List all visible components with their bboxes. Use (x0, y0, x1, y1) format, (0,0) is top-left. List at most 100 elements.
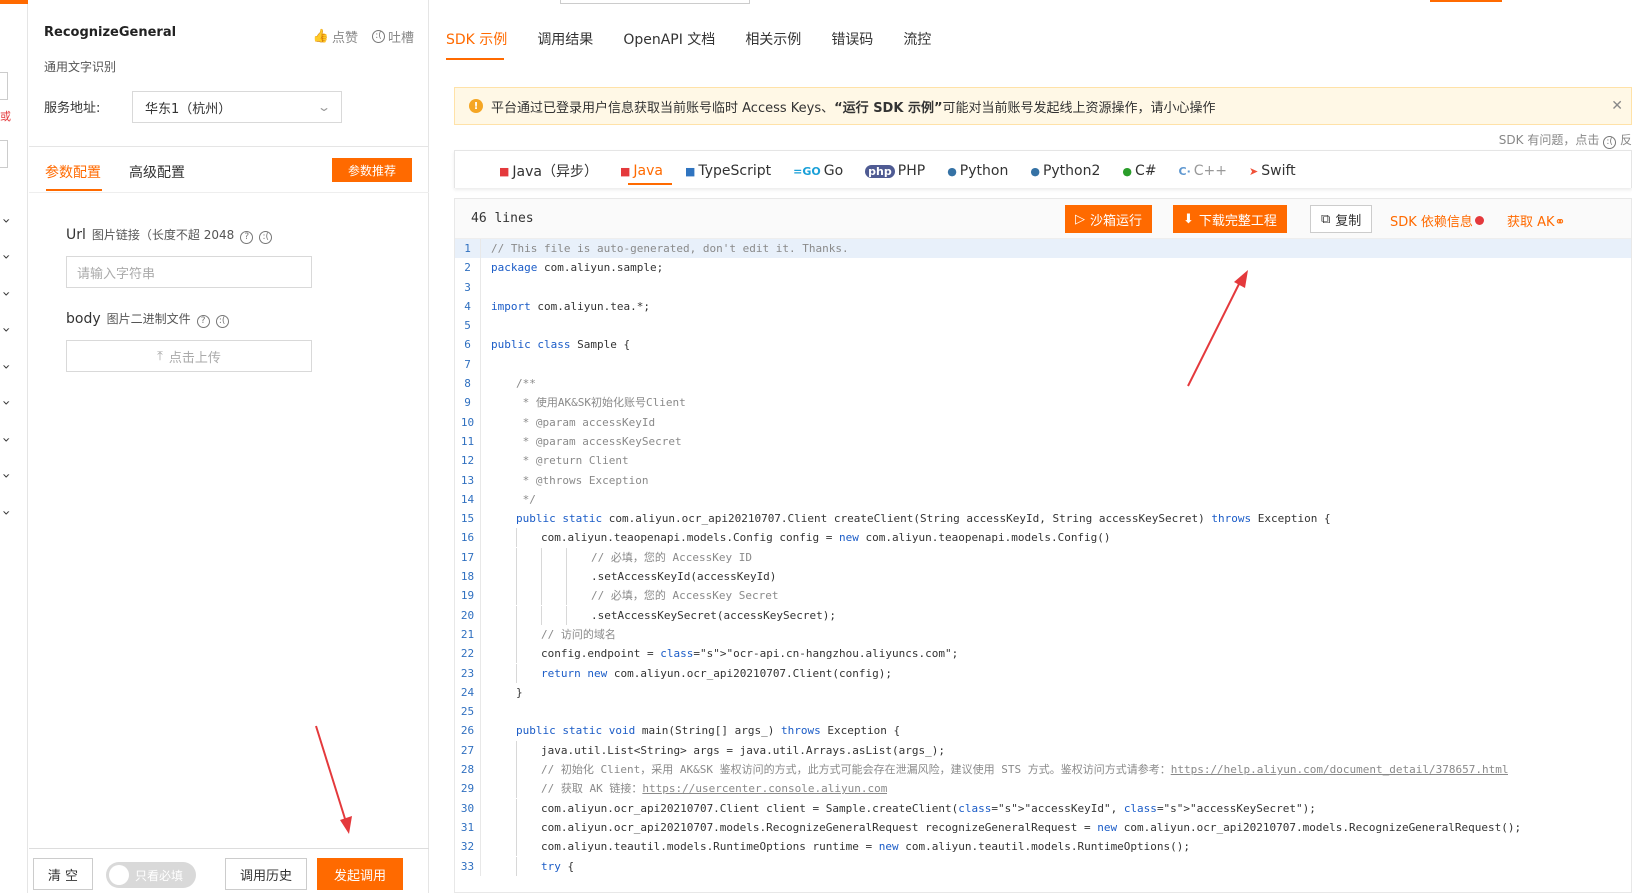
code-text: com.aliyun.ocr_api20210707.Client client… (491, 798, 1316, 818)
download-project-button[interactable]: ⬇ 下载完整工程 (1173, 205, 1287, 233)
chevron-down-icon[interactable]: › (0, 218, 14, 230)
tab-lang-go[interactable]: =GO Go (793, 161, 843, 181)
code-line: 26 public static void main(String[] args_… (455, 721, 1631, 741)
tab-sdk-example[interactable]: SDK 示例 (446, 29, 507, 49)
code-text: /** (516, 377, 536, 391)
sad-face-icon[interactable]: :( (259, 231, 273, 244)
top-accent-line (1430, 0, 1502, 2)
line-number: 10 (455, 412, 481, 432)
feedback-bar: 👍 点赞 :( 吐槽 (313, 27, 414, 46)
tab-openapi-doc[interactable]: OpenAPI 文档 (623, 29, 715, 49)
line-number: 8 (455, 374, 481, 394)
url-input[interactable]: 请输入字符串 (66, 256, 312, 288)
line-number: 18 (455, 567, 481, 587)
tab-advanced-config[interactable]: 高级配置 (129, 162, 185, 182)
clear-button[interactable]: 清 空 (33, 858, 93, 890)
sandbox-run-label: 沙箱运行 (1090, 213, 1143, 229)
tab-lang-python[interactable]: ● Python (947, 161, 1008, 181)
copy-button[interactable]: ⧉ 复制 (1310, 205, 1373, 233)
code-text: return new com.aliyun.ocr_api20210707.Cl… (491, 663, 892, 683)
code-line: 3 (455, 277, 1631, 297)
code-line: 9 * 使用AK&SK初始化账号Client (455, 393, 1631, 413)
line-number: 3 (455, 277, 481, 297)
service-address-select[interactable]: 华东1（杭州） ⌄ (132, 91, 342, 123)
lang-label: Java（异步） (512, 164, 598, 180)
code-text: } (516, 685, 523, 699)
code-text: // 必填，您的 AccessKey Secret (491, 586, 778, 606)
upload-button[interactable]: ⤒ 点击上传 (66, 340, 312, 372)
code-line: 7 (455, 354, 1631, 375)
tab-lang-java[interactable]: ■ Java (620, 161, 663, 181)
sad-face-icon: :( (1603, 136, 1617, 149)
line-number: 1 (455, 239, 481, 259)
line-count: 46 lines (471, 211, 534, 226)
tab-call-result[interactable]: 调用结果 (537, 29, 593, 49)
api-name: RecognizeGeneral (44, 25, 177, 40)
php-icon: php (865, 164, 895, 178)
tab-lang-swift[interactable]: ➤ Swift (1249, 161, 1296, 181)
copy-label: 复制 (1335, 213, 1362, 229)
complain-label: 吐槽 (387, 31, 414, 46)
tab-lang-cpp[interactable]: C· C++ (1179, 161, 1228, 181)
sandbox-run-button[interactable]: ▷ 沙箱运行 (1065, 205, 1153, 233)
tab-lang-typescript[interactable]: ■ TypeScript (685, 161, 771, 181)
code-line: 5 (455, 316, 1631, 336)
line-number: 15 (455, 509, 481, 529)
code-body[interactable]: 1 // This file is auto-generated, don't e… (455, 239, 1631, 876)
download-label: 下载完整工程 (1198, 213, 1277, 229)
code-text: .setAccessKeyId(accessKeyId) (491, 567, 776, 587)
chevron-down-icon[interactable]: › (0, 400, 14, 412)
cpp-icon: C· (1178, 164, 1191, 178)
tab-lang-python2[interactable]: ● Python2 (1030, 161, 1100, 181)
invoke-button[interactable]: 发起调用 (317, 858, 403, 890)
code-text: // This file is auto-generated, don't ed… (491, 242, 849, 255)
required-only-toggle[interactable]: 只看必填 (106, 862, 196, 888)
chevron-down-icon[interactable]: › (0, 291, 14, 303)
code-line: 27 java.util.List<String> args = java.uti… (455, 740, 1631, 761)
sdk-issue-feedback[interactable]: SDK 有问题，点击 :( 反 (1499, 131, 1632, 149)
divider (29, 848, 429, 849)
line-number: 9 (455, 393, 481, 413)
close-icon[interactable]: ✕ (1611, 98, 1623, 114)
chevron-down-icon[interactable]: › (0, 254, 14, 266)
nav-box-1[interactable] (0, 72, 8, 100)
lang-label: TypeScript (698, 163, 772, 179)
tab-lang-php[interactable]: php PHP (865, 161, 925, 181)
like-button[interactable]: 👍 点赞 (313, 27, 358, 46)
line-number: 23 (455, 663, 481, 683)
param-recommend-button[interactable]: 参数推荐 (332, 158, 412, 182)
code-line: 21 // 访问的域名 (455, 624, 1631, 645)
sad-face-icon: :( (371, 30, 385, 43)
sdk-deps-link[interactable]: SDK 依赖信息 (1390, 211, 1484, 230)
tab-param-config[interactable]: 参数配置 (45, 162, 101, 182)
notification-dot (1474, 216, 1484, 225)
chevron-down-icon[interactable]: › (0, 364, 14, 376)
upload-icon: ⤒ (157, 348, 163, 364)
chevron-down-icon[interactable]: › (0, 510, 14, 522)
line-number: 24 (455, 682, 481, 703)
sad-face-icon[interactable]: :( (215, 315, 229, 328)
chevron-down-icon[interactable]: › (0, 473, 14, 485)
chevron-down-icon[interactable]: › (0, 437, 14, 449)
complain-button[interactable]: :( 吐槽 (371, 27, 414, 46)
code-line: 20 .setAccessKeySecret(accessKeySecret); (455, 605, 1631, 625)
tab-flow-control[interactable]: 流控 (903, 29, 931, 49)
chevron-down-icon[interactable]: › (0, 327, 14, 339)
help-icon[interactable]: ? (196, 315, 210, 328)
code-line: 25 (455, 702, 1631, 722)
tab-lang-csharp[interactable]: ● C# (1122, 161, 1156, 181)
line-number: 31 (455, 817, 481, 838)
history-button[interactable]: 调用历史 (225, 858, 307, 890)
nav-box-2[interactable] (0, 140, 8, 168)
tab-lang-java-async[interactable]: ■ Java（异步） (499, 161, 598, 181)
line-number: 5 (455, 316, 481, 336)
code-line: 33 try { (455, 856, 1631, 876)
get-ak-link[interactable]: 获取 AK⚭ (1507, 211, 1565, 230)
code-text: * @param accessKeyId (516, 415, 656, 429)
code-line: 2 package com.aliyun.sample; (455, 258, 1631, 278)
tab-error-codes[interactable]: 错误码 (831, 29, 873, 49)
help-icon[interactable]: ? (240, 231, 254, 244)
code-line: 16 com.aliyun.teaopenapi.models.Config co… (455, 528, 1631, 548)
like-label: 点赞 (331, 31, 358, 46)
tab-related-examples[interactable]: 相关示例 (745, 29, 801, 49)
